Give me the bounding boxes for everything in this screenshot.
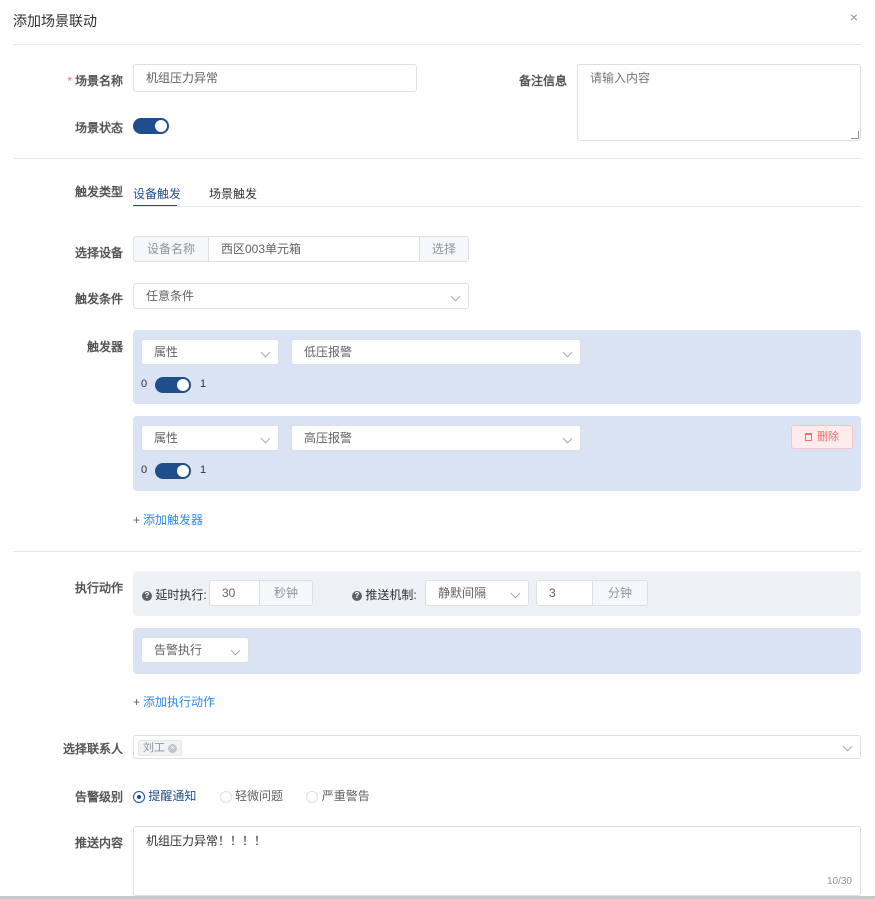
remark-textarea[interactable] — [577, 64, 861, 141]
action-settings-panel: ? 延时执行: 30 秒钟 ? 推送机制: 静默间隔 3 分钟 — [133, 571, 861, 616]
chevron-down-icon — [510, 588, 521, 599]
radio-unchecked-icon — [306, 790, 319, 803]
trash-icon — [805, 433, 812, 441]
dialog-title: 添加场景联动 — [13, 13, 97, 29]
delete-trigger-button[interactable]: 删除 — [791, 425, 853, 449]
push-content-textarea[interactable]: 机组压力异常！！！！ 10/30 — [133, 826, 861, 896]
trigger-kind-select[interactable]: 属性 — [141, 339, 279, 365]
action-type-select[interactable]: 告警执行 — [141, 637, 249, 663]
delay-unit: 秒钟 — [260, 581, 312, 605]
push-interval-unit: 分钟 — [593, 581, 647, 605]
resize-handle-icon[interactable] — [851, 131, 859, 139]
contacts-label: 选择联系人 — [62, 742, 123, 756]
trigger-value-switch[interactable] — [155, 377, 191, 393]
chevron-down-icon — [260, 347, 271, 358]
delay-input-group: 30 秒钟 — [209, 580, 313, 606]
delay-label: ? 延时执行: — [142, 586, 207, 603]
scene-status-switch[interactable] — [133, 118, 169, 134]
chevron-down-icon — [230, 645, 241, 656]
trigger-value-switch[interactable] — [155, 463, 191, 479]
question-icon[interactable]: ? — [142, 590, 152, 601]
scene-name-input[interactable]: 机组压力异常 — [133, 64, 417, 92]
action-panel: 告警执行 — [133, 628, 861, 674]
radio-severe[interactable]: 严重警告 — [306, 789, 370, 803]
select-device-button[interactable]: 选择 — [420, 237, 468, 261]
radio-unchecked-icon — [219, 790, 232, 803]
chevron-down-icon — [842, 741, 853, 752]
chevron-down-icon — [450, 291, 461, 302]
trigger-low-value: 0 — [141, 464, 148, 476]
alarm-level-radio-group: 提醒通知 轻微问题 严重警告 — [133, 787, 370, 804]
action-label: 执行动作 — [74, 581, 123, 595]
trigger-kind-select[interactable]: 属性 — [141, 425, 279, 451]
chevron-down-icon — [260, 433, 271, 444]
scene-name-label: * 场景名称 — [67, 74, 123, 88]
tag-close-icon[interactable]: × — [168, 743, 177, 753]
tab-device-trigger[interactable]: 设备触发 — [133, 185, 181, 202]
push-interval-input[interactable]: 3 — [537, 581, 593, 605]
triggers-label: 触发器 — [86, 340, 123, 354]
remark-label: 备注信息 — [518, 74, 567, 88]
scene-status-label: 场景状态 — [74, 121, 123, 135]
chevron-down-icon — [562, 347, 573, 358]
select-device-label: 选择设备 — [74, 246, 123, 260]
trigger-alarm-select[interactable]: 高压报警 — [291, 425, 581, 451]
trigger-condition-select[interactable]: 任意条件 — [133, 283, 469, 309]
section-divider-1 — [13, 158, 861, 159]
trigger-alarm-select[interactable]: 低压报警 — [291, 339, 581, 365]
chevron-down-icon — [562, 433, 573, 444]
delay-input[interactable]: 30 — [210, 581, 260, 605]
trigger-condition-label: 触发条件 — [74, 292, 123, 306]
push-mechanism-label: ? 推送机制: — [352, 586, 417, 603]
push-content-label: 推送内容 — [74, 836, 123, 850]
question-icon[interactable]: ? — [352, 590, 362, 601]
char-counter: 10/30 — [826, 876, 852, 887]
trigger-panel-2: 属性 高压报警 删除 0 1 — [133, 416, 861, 491]
device-name-prefix: 设备名称 — [134, 237, 208, 261]
close-icon[interactable]: × — [846, 9, 862, 25]
contacts-select[interactable]: 刘工 × — [133, 735, 861, 759]
trigger-low-value: 0 — [141, 378, 148, 390]
tabs-underline — [133, 206, 861, 207]
tab-scene-trigger[interactable]: 场景触发 — [209, 185, 257, 202]
push-mode-select[interactable]: 静默间隔 — [425, 580, 529, 606]
radio-checked-icon — [133, 790, 145, 803]
section-divider-2 — [13, 551, 861, 552]
device-input-group: 设备名称 西区003单元箱 选择 — [133, 236, 469, 262]
radio-remind[interactable]: 提醒通知 — [133, 789, 196, 803]
contact-tag: 刘工 × — [138, 740, 182, 756]
radio-minor[interactable]: 轻微问题 — [219, 789, 283, 803]
alarm-level-label: 告警级别 — [74, 790, 123, 804]
trigger-panel-1: 属性 低压报警 0 1 — [133, 330, 861, 404]
trigger-high-value: 1 — [200, 378, 207, 390]
add-action-link[interactable]: + 添加执行动作 — [133, 693, 215, 710]
add-trigger-link[interactable]: + 添加触发器 — [133, 511, 203, 528]
push-interval-group: 3 分钟 — [536, 580, 648, 606]
device-input[interactable]: 西区003单元箱 — [208, 237, 420, 261]
trigger-high-value: 1 — [200, 464, 207, 476]
header-divider — [13, 44, 861, 45]
trigger-type-label: 触发类型 — [74, 185, 123, 199]
